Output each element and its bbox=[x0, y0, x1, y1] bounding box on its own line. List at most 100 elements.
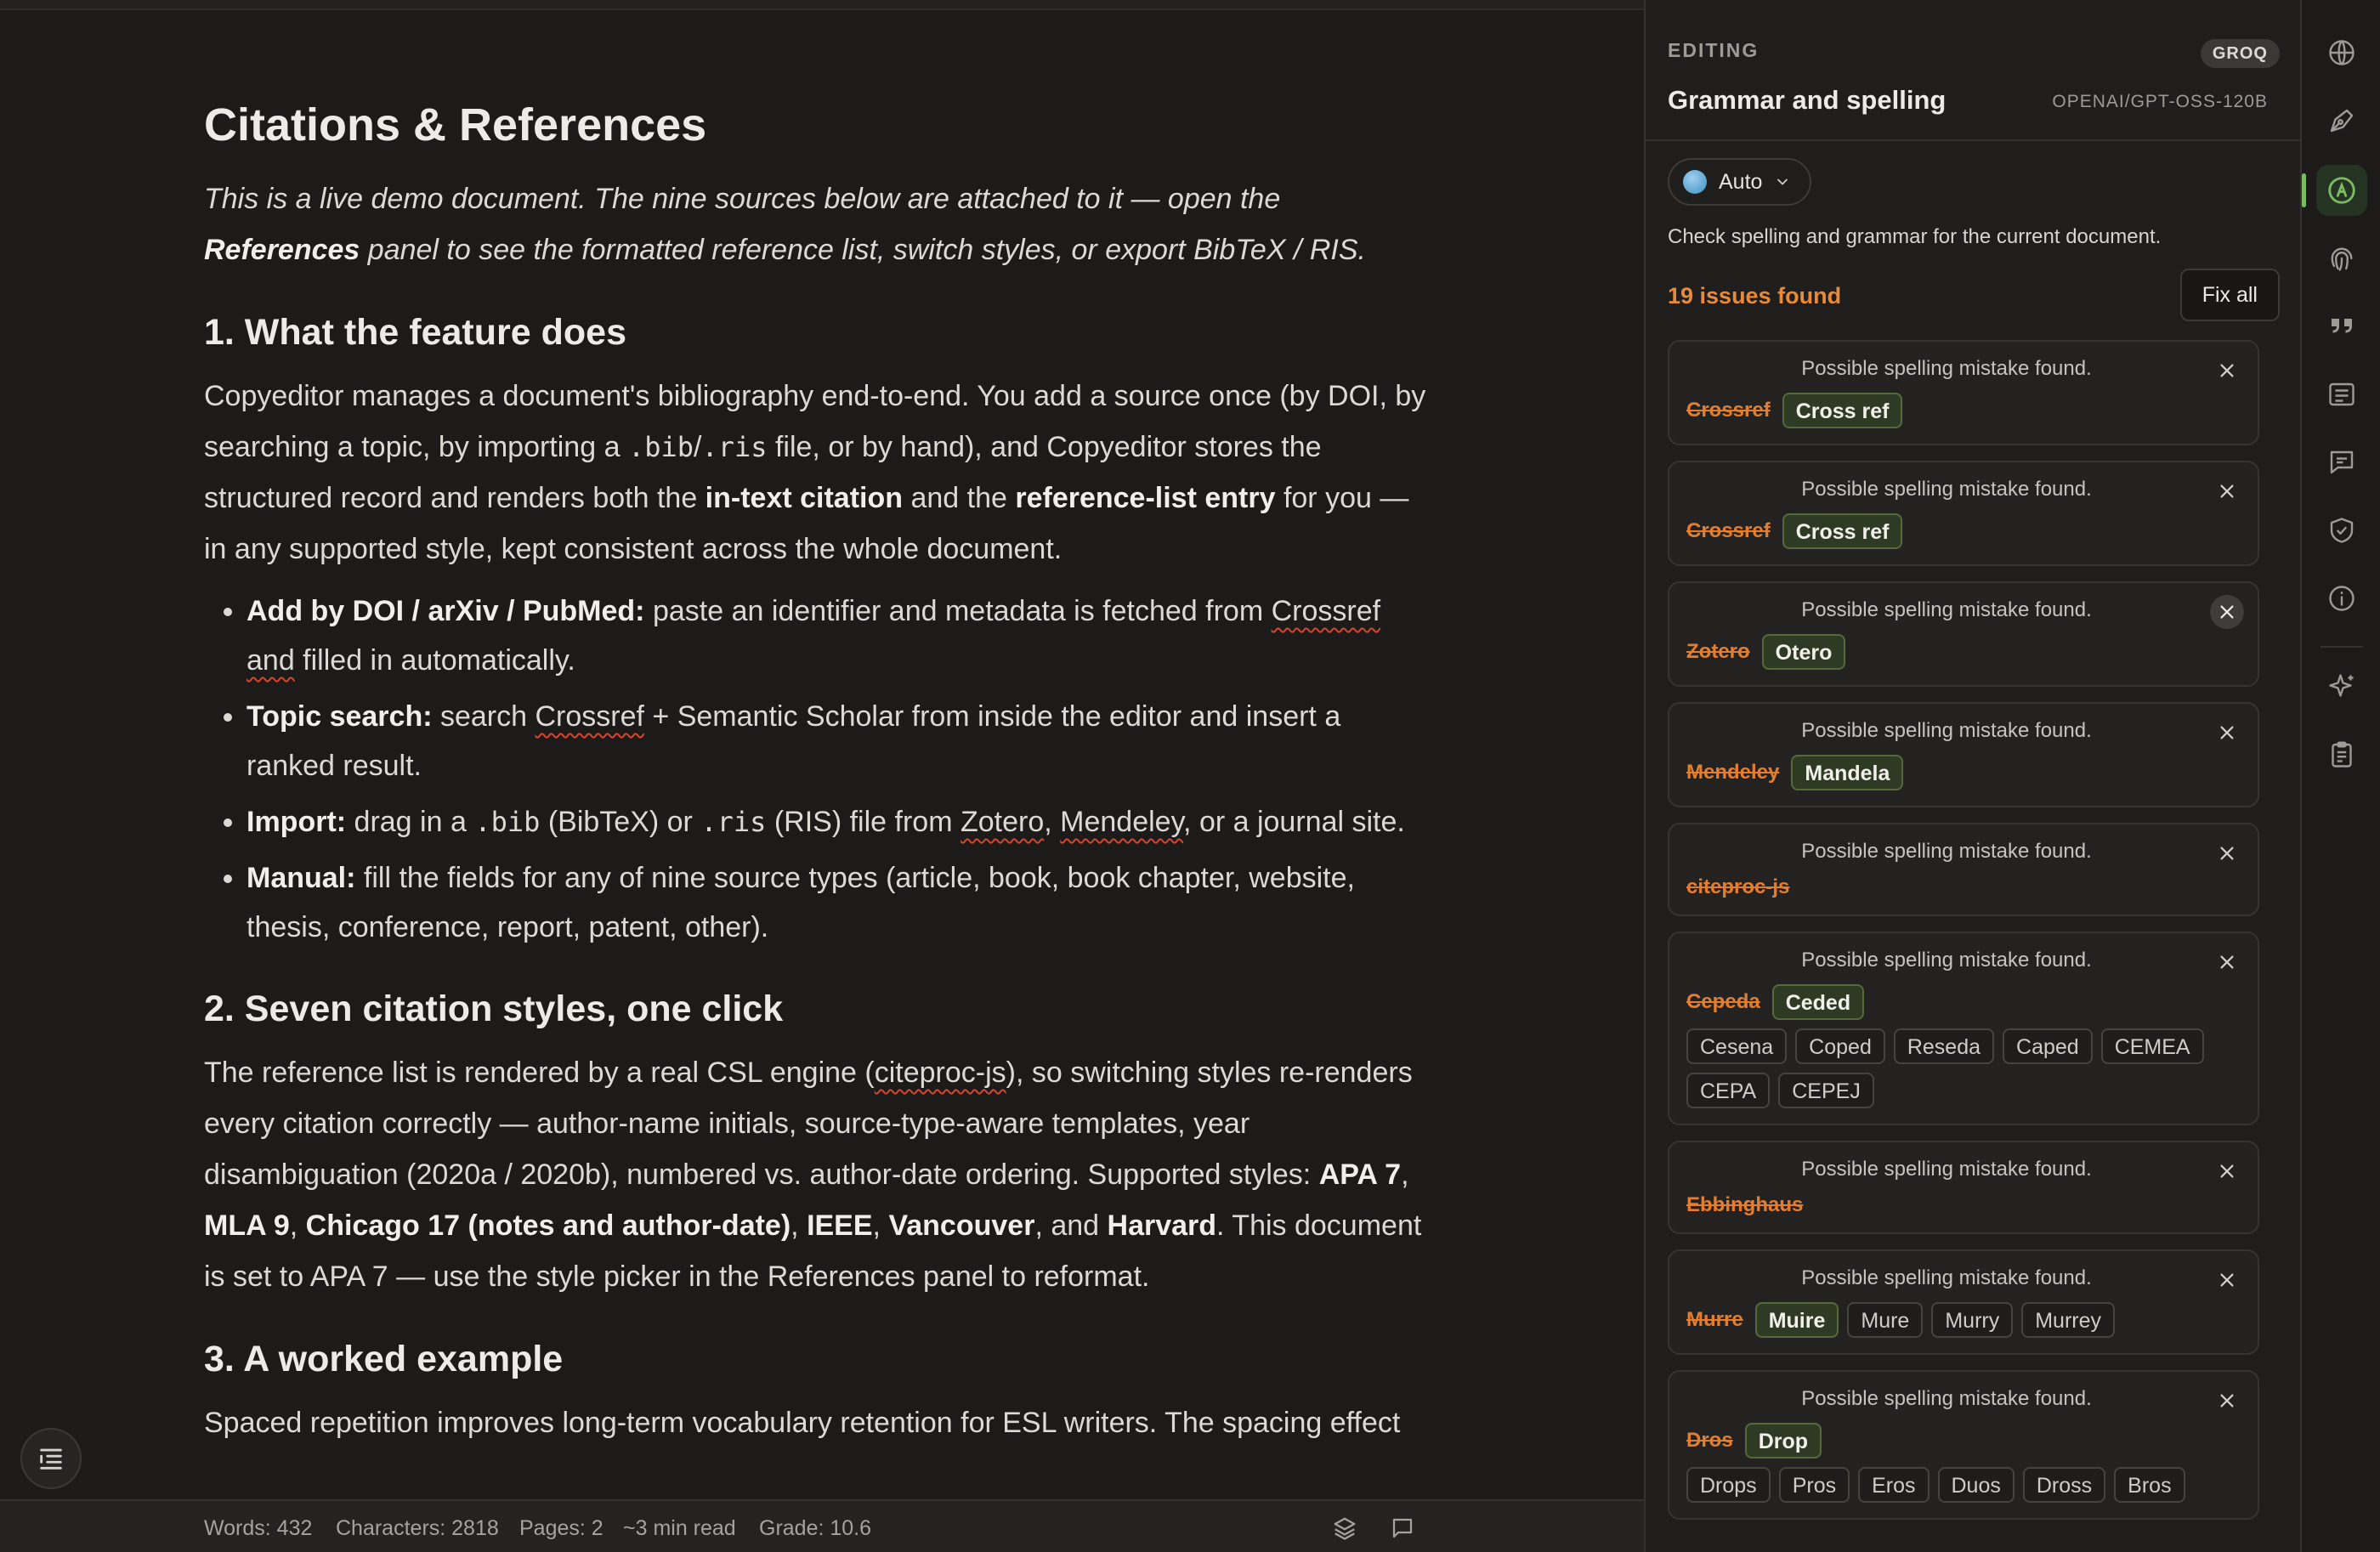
heading-section-2: 2. Seven citation styles, one click bbox=[204, 988, 784, 1029]
style-name: MLA 9 bbox=[204, 1209, 290, 1242]
suggestion-alt[interactable]: CEMEA bbox=[2100, 1028, 2204, 1064]
issue-card: Possible spelling mistake found. Mendele… bbox=[1668, 702, 2259, 807]
spelling-flag[interactable]: Crossref bbox=[536, 700, 644, 733]
bullet-text: (BibTeX) or bbox=[540, 806, 701, 838]
layers-icon[interactable] bbox=[1329, 1513, 1360, 1544]
s1-code-ris: .ris bbox=[701, 431, 768, 463]
close-icon bbox=[2220, 1273, 2234, 1287]
suggestion-primary[interactable]: Muire bbox=[1754, 1302, 1839, 1338]
dismiss-button[interactable] bbox=[2210, 1384, 2244, 1418]
word-count: Words: 432 bbox=[204, 1516, 313, 1540]
rail-citations-button[interactable] bbox=[2316, 301, 2367, 352]
suggestion-primary[interactable]: Otero bbox=[1761, 634, 1846, 670]
language-value: Auto bbox=[1719, 169, 1763, 194]
spelling-flag[interactable]: Crossref bbox=[1272, 595, 1380, 627]
pen-nib-icon bbox=[2330, 109, 2354, 133]
intro-bold: References bbox=[204, 234, 360, 266]
suggestion-alt[interactable]: Reseda bbox=[1893, 1028, 1995, 1064]
spelling-flag[interactable]: citeproc-js bbox=[875, 1056, 1006, 1089]
suggestion-primary[interactable]: Mandela bbox=[1791, 755, 1904, 790]
suggestion-alt[interactable]: Mure bbox=[1847, 1302, 1924, 1338]
dismiss-button[interactable] bbox=[2210, 474, 2244, 508]
list-item: Manual: fill the fields for any of nine … bbox=[246, 853, 1436, 952]
misspelled-word: Crossref bbox=[1686, 519, 1771, 542]
rail-references-button[interactable] bbox=[2316, 369, 2367, 420]
rail-rewrite-button[interactable] bbox=[2316, 95, 2367, 146]
grade-level: Grade: 10.6 bbox=[759, 1516, 872, 1540]
panel-section-label: EDITING bbox=[1668, 39, 1760, 61]
suggestion-alt[interactable]: CEPEJ bbox=[1778, 1073, 1874, 1108]
issue-card: Possible spelling mistake found. Crossre… bbox=[1668, 340, 2259, 445]
misspelled-word: citeproc-js bbox=[1686, 875, 1790, 898]
rail-originality-button[interactable] bbox=[2316, 233, 2367, 284]
issue-message: Possible spelling mistake found. bbox=[1801, 1266, 2092, 1289]
language-select[interactable]: Auto bbox=[1668, 158, 1812, 206]
suggestion-alt[interactable]: Murrey bbox=[2021, 1302, 2116, 1338]
bullet-label: Topic search: bbox=[246, 700, 433, 733]
issue-message: Possible spelling mistake found. bbox=[1801, 949, 2092, 971]
suggestion-alt[interactable]: Eros bbox=[1858, 1467, 1930, 1503]
suggestion-primary[interactable]: Cross ref bbox=[1782, 513, 1903, 549]
rail-info-button[interactable] bbox=[2316, 573, 2367, 624]
suggestion-alt[interactable]: Murry bbox=[1931, 1302, 2014, 1338]
suggestion-alt[interactable]: CEPA bbox=[1686, 1073, 1771, 1108]
document-content[interactable]: Citations & References This is a live de… bbox=[204, 95, 1436, 1448]
issue-message: Possible spelling mistake found. bbox=[1801, 598, 2092, 621]
dismiss-button[interactable] bbox=[2210, 354, 2244, 388]
dismiss-button[interactable] bbox=[2210, 1263, 2244, 1297]
rail-grammar-button[interactable] bbox=[2316, 165, 2367, 216]
panel-divider bbox=[1646, 139, 2300, 141]
rail-language-button[interactable] bbox=[2316, 27, 2367, 78]
panel-description: Check spelling and grammar for the curre… bbox=[1668, 225, 2162, 248]
suggestion-primary[interactable]: Ceded bbox=[1771, 984, 1865, 1020]
spelling-flag[interactable]: Mendeley bbox=[1060, 806, 1183, 838]
rail-ai-button[interactable] bbox=[2316, 661, 2367, 712]
spelling-flag[interactable]: and bbox=[246, 644, 295, 677]
comment-icon bbox=[2330, 450, 2354, 474]
suggestion-alt[interactable]: Dross bbox=[2022, 1467, 2106, 1503]
s1-bold-1: in-text citation bbox=[705, 482, 904, 514]
dismiss-button[interactable] bbox=[2210, 945, 2244, 979]
panel-title: Grammar and spelling bbox=[1668, 85, 1946, 115]
suggestion-alt[interactable]: Drops bbox=[1686, 1467, 1771, 1503]
suggestion-alt[interactable]: Cesena bbox=[1686, 1028, 1788, 1064]
misspelled-word: Cepeda bbox=[1686, 990, 1760, 1013]
issue-message: Possible spelling mistake found. bbox=[1801, 840, 2092, 863]
s2-sep: , bbox=[289, 1209, 306, 1242]
suggestion-alt[interactable]: Coped bbox=[1795, 1028, 1885, 1064]
references-icon bbox=[2329, 382, 2354, 406]
dismiss-button[interactable] bbox=[2210, 716, 2244, 750]
inline-code: .bib bbox=[474, 806, 541, 838]
section-1-paragraph: Copyeditor manages a document's bibliogr… bbox=[204, 371, 1436, 575]
document-editor[interactable]: Citations & References This is a live de… bbox=[0, 10, 1644, 1499]
suggestion-primary[interactable]: Drop bbox=[1744, 1423, 1822, 1459]
provider-badge: GROQ bbox=[2200, 39, 2280, 68]
close-icon bbox=[2220, 847, 2234, 860]
rail-clipboard-button[interactable] bbox=[2316, 729, 2367, 780]
suggestion-alt[interactable]: Caped bbox=[2003, 1028, 2093, 1064]
dismiss-button[interactable] bbox=[2210, 595, 2244, 629]
close-icon bbox=[2220, 364, 2234, 377]
rail-divider bbox=[2320, 646, 2363, 648]
spelling-flag[interactable]: Zotero bbox=[960, 806, 1044, 838]
rail-integrity-button[interactable] bbox=[2316, 505, 2367, 556]
bullet-text: fill the fields for any of nine source t… bbox=[246, 862, 1355, 943]
suggestion-alt[interactable]: Duos bbox=[1937, 1467, 2014, 1503]
suggestion-alt[interactable]: Bros bbox=[2114, 1467, 2185, 1503]
outline-toggle-button[interactable] bbox=[20, 1428, 82, 1489]
misspelled-word: Mendeley bbox=[1686, 761, 1780, 784]
issue-card: Possible spelling mistake found. Cepeda C… bbox=[1668, 932, 2259, 1125]
rail-comments-button[interactable] bbox=[2316, 437, 2367, 488]
info-icon bbox=[2329, 586, 2354, 611]
comment-icon[interactable] bbox=[1387, 1513, 1418, 1544]
fix-all-button[interactable]: Fix all bbox=[2179, 269, 2280, 321]
s2-sep: , bbox=[790, 1209, 808, 1242]
dismiss-button[interactable] bbox=[2210, 1154, 2244, 1188]
s1-text-3: and the bbox=[903, 482, 1016, 514]
suggestion-alt[interactable]: Pros bbox=[1778, 1467, 1850, 1503]
suggestion-primary[interactable]: Cross ref bbox=[1782, 393, 1903, 428]
dismiss-button[interactable] bbox=[2210, 836, 2244, 870]
read-time: ~3 min read bbox=[623, 1516, 736, 1540]
character-count: Characters: 2818 bbox=[336, 1516, 499, 1540]
outline-icon bbox=[40, 1448, 62, 1470]
